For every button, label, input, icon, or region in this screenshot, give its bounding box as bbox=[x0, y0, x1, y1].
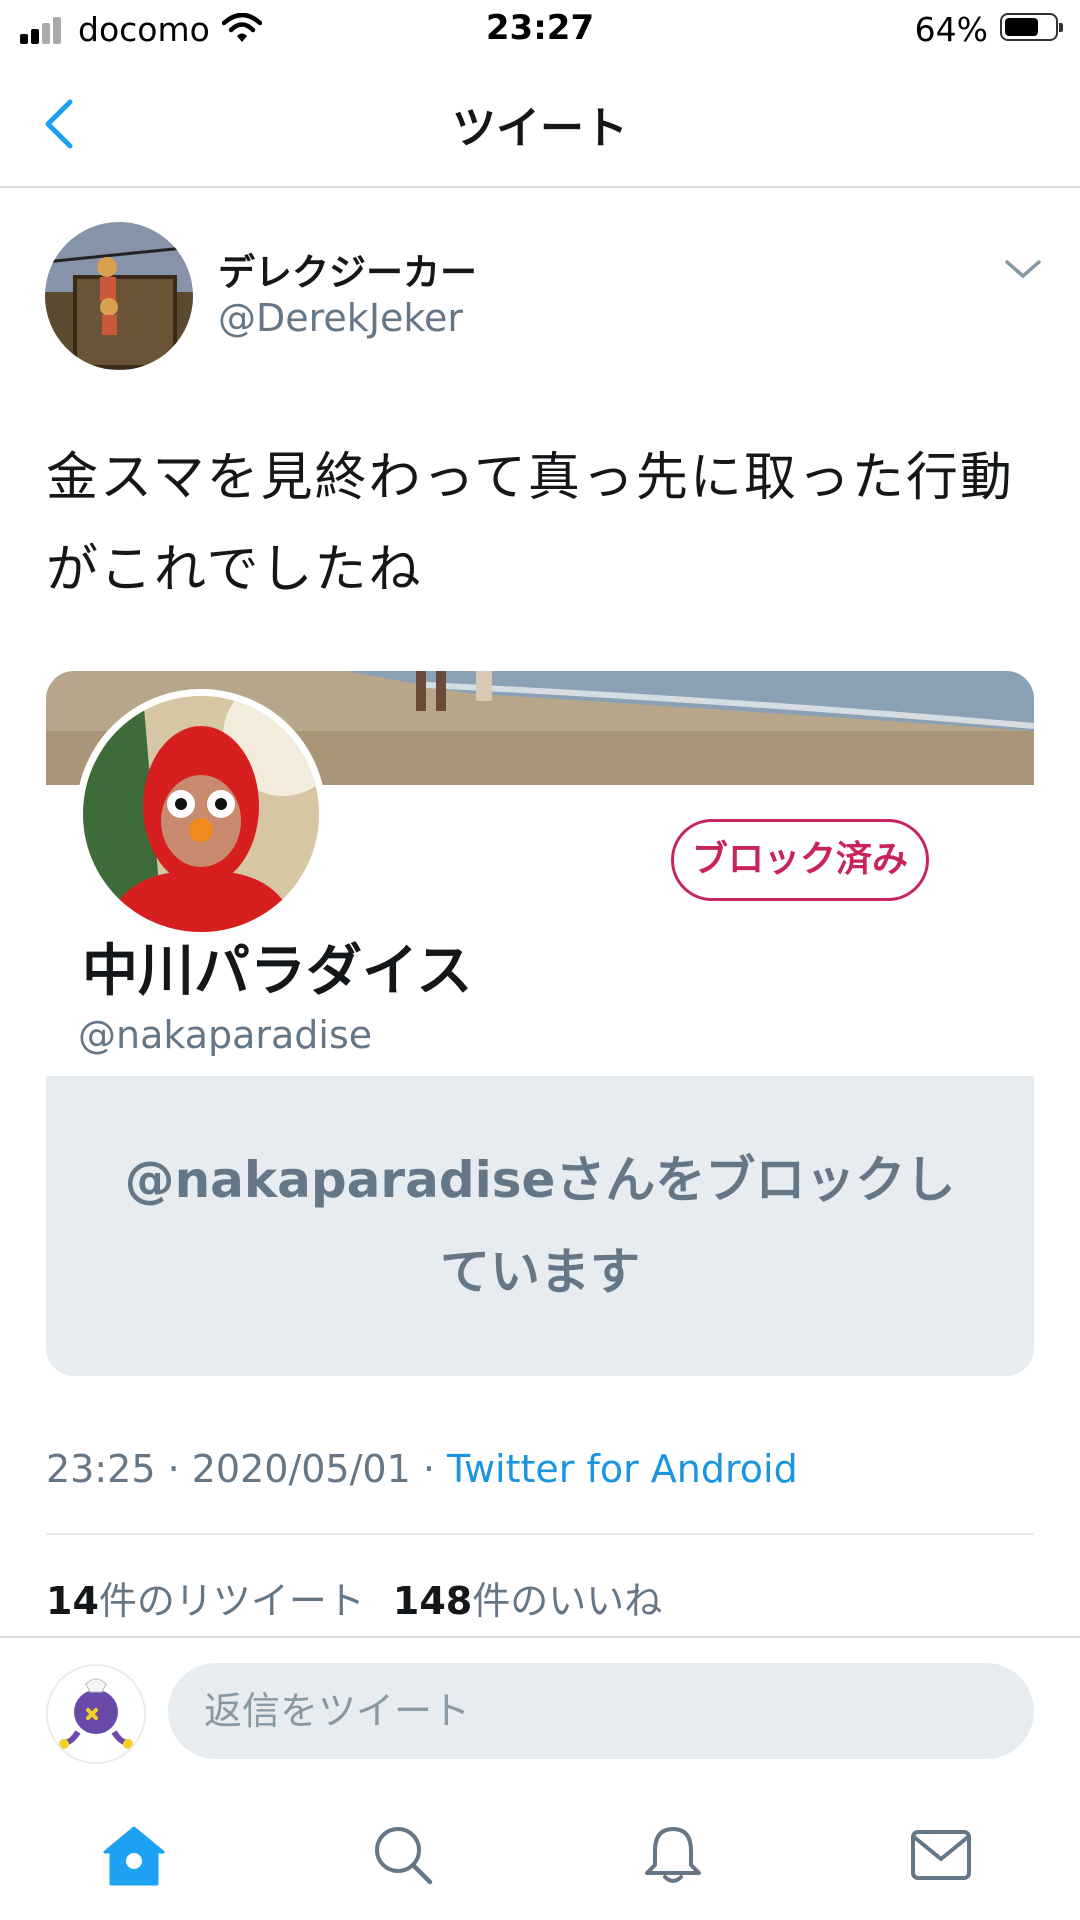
like-count: 148 bbox=[392, 1579, 473, 1623]
profile-name[interactable]: 中川パラダイス bbox=[82, 926, 472, 1007]
divider bbox=[46, 1533, 1034, 1535]
author-handle[interactable]: @DerekJeker bbox=[218, 296, 463, 340]
like-stat[interactable]: 148件のいいね bbox=[393, 1579, 662, 1623]
notifications-icon bbox=[645, 1827, 701, 1883]
divider bbox=[0, 1636, 1080, 1638]
author-name[interactable]: デレクジーカー bbox=[218, 242, 477, 296]
tab-home[interactable] bbox=[74, 1790, 194, 1920]
blocked-button[interactable]: ブロック済み bbox=[671, 819, 929, 901]
tab-messages[interactable] bbox=[881, 1790, 1001, 1920]
tweet-source-link[interactable]: Twitter for Android bbox=[447, 1447, 798, 1491]
tweet-timestamp: 23:25 · 2020/05/01 · bbox=[46, 1447, 448, 1491]
retweet-stat[interactable]: 14件のリツイート bbox=[46, 1579, 365, 1623]
search-icon bbox=[375, 1827, 433, 1885]
chevron-down-icon[interactable] bbox=[1003, 256, 1043, 282]
blocked-message: @nakaparadiseさんをブロックしています bbox=[124, 1151, 956, 1301]
profile-card[interactable]: ブロック済み 中川パラダイス @nakaparadise @nakaparadi… bbox=[46, 671, 1034, 1376]
like-label: 件のいいね bbox=[472, 1579, 663, 1623]
tweet-text: 金スマを見終わって真っ先に取った行動がこれでしたね bbox=[46, 448, 1014, 600]
home-icon bbox=[103, 1826, 165, 1886]
messages-icon bbox=[911, 1830, 971, 1880]
tab-bar bbox=[0, 1790, 1080, 1920]
battery-percent: 64% bbox=[914, 10, 988, 49]
retweet-label: 件のリツイート bbox=[98, 1579, 365, 1623]
tweet-meta: 23:25 · 2020/05/01 · Twitter for Android bbox=[46, 1447, 798, 1491]
profile-handle[interactable]: @nakaparadise bbox=[78, 1013, 372, 1057]
tab-search[interactable] bbox=[343, 1790, 463, 1920]
retweet-count: 14 bbox=[46, 1579, 99, 1623]
profile-avatar[interactable] bbox=[76, 689, 326, 939]
tweet-stats: 14件のリツイート 148件のいいね bbox=[46, 1570, 662, 1625]
nav-bar: ツイート bbox=[0, 58, 1080, 188]
page-title: ツイート bbox=[452, 103, 628, 154]
status-bar: docomo 23:27 64% bbox=[0, 0, 1080, 58]
blocked-notice: @nakaparadiseさんをブロックしています bbox=[46, 1076, 1034, 1376]
battery-icon bbox=[1000, 13, 1063, 41]
user-avatar[interactable] bbox=[46, 1664, 146, 1764]
tab-notifications[interactable] bbox=[613, 1790, 733, 1920]
author-avatar[interactable] bbox=[45, 222, 193, 370]
reply-input[interactable]: 返信をツイート bbox=[168, 1663, 1034, 1759]
